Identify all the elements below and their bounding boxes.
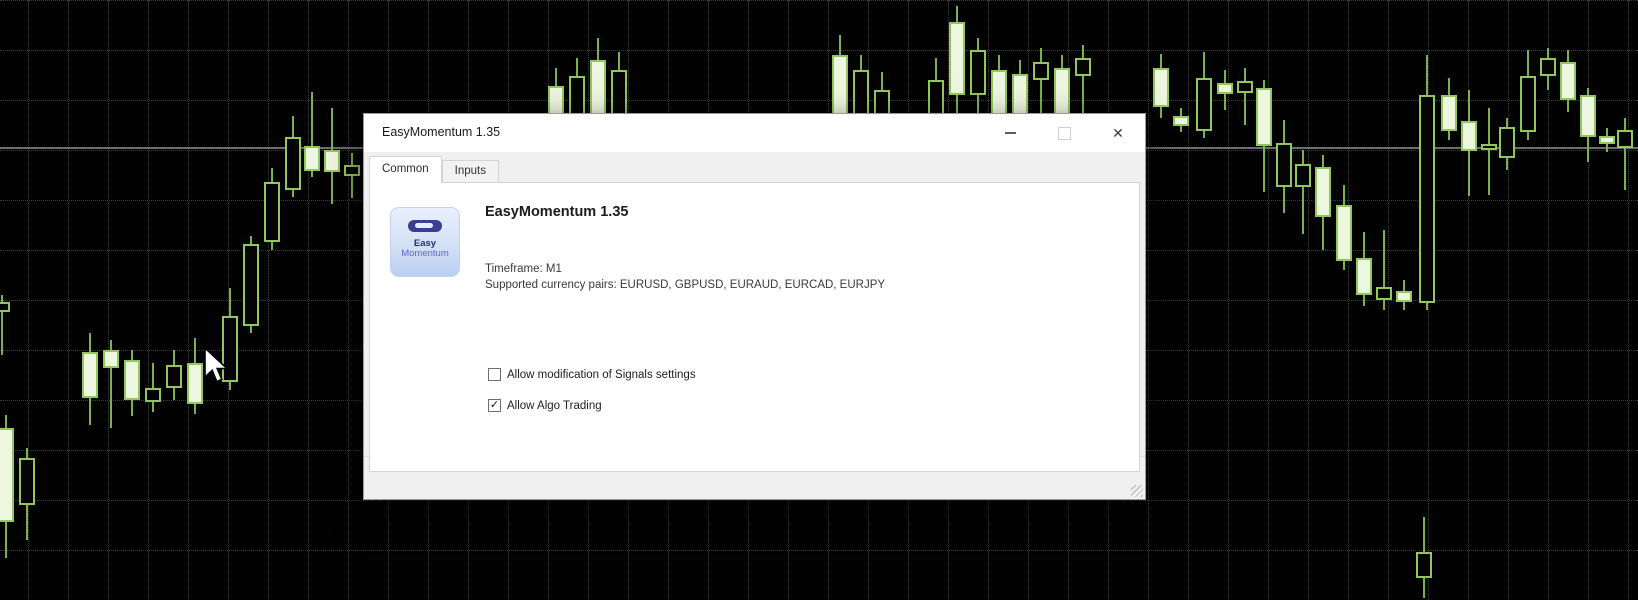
- tab-strip: Common Inputs: [369, 156, 499, 183]
- ea-logo-text-line2: Momentum: [401, 249, 449, 259]
- mouse-cursor-icon: [203, 346, 231, 384]
- candle-wick: [1302, 150, 1304, 234]
- common-tab-panel: Easy Momentum EasyMomentum 1.35 Timefram…: [369, 182, 1140, 472]
- candle-body: [1441, 95, 1457, 131]
- candle-body: [1560, 62, 1576, 100]
- candle-body: [949, 22, 965, 95]
- maximize-button[interactable]: [1041, 114, 1087, 152]
- minimize-button[interactable]: [987, 114, 1033, 152]
- candle-body: [103, 350, 119, 368]
- ea-name-heading: EasyMomentum 1.35: [485, 204, 628, 220]
- candle-body: [264, 182, 280, 242]
- candle-body: [243, 244, 259, 326]
- candle-body: [1295, 164, 1311, 187]
- candle-body: [344, 165, 360, 176]
- candle-wick: [1488, 108, 1490, 195]
- candle-body: [1617, 130, 1633, 148]
- candle-body: [1540, 58, 1556, 76]
- candle-body: [1356, 258, 1372, 295]
- grid-line-horizontal: [0, 50, 1638, 51]
- close-button[interactable]: ✕: [1095, 114, 1141, 152]
- checkbox-row-signals: ✓ Allow modification of Signals settings: [488, 368, 696, 381]
- candle-body: [324, 150, 340, 172]
- candle-body: [145, 388, 161, 402]
- allow-algo-trading-label: Allow Algo Trading: [507, 400, 602, 412]
- candle-body: [1599, 136, 1615, 144]
- candle-body: [1336, 205, 1352, 261]
- candle-body: [1153, 68, 1169, 107]
- candle-wick: [1244, 68, 1246, 125]
- candle-body: [1217, 83, 1233, 94]
- candle-body: [1520, 76, 1536, 132]
- candle-body: [0, 428, 14, 522]
- grid-line-horizontal: [0, 550, 1638, 551]
- screen: EasyMomentum 1.35 ✕ Common Inputs Easy M…: [0, 0, 1638, 600]
- dialog-titlebar[interactable]: EasyMomentum 1.35 ✕: [364, 114, 1145, 152]
- close-icon: ✕: [1112, 126, 1124, 140]
- allow-signals-checkbox[interactable]: ✓: [488, 368, 501, 381]
- candle-body: [1461, 121, 1477, 151]
- candle-body: [1315, 167, 1331, 217]
- candle-body: [187, 363, 203, 404]
- tab-common[interactable]: Common: [369, 156, 442, 183]
- ea-logo-icon: Easy Momentum: [390, 207, 460, 277]
- candle-body: [1416, 552, 1432, 578]
- resize-grip[interactable]: [1131, 485, 1143, 497]
- allow-signals-label: Allow modification of Signals settings: [507, 369, 696, 381]
- candle-body: [166, 365, 182, 388]
- candle-wick: [1082, 45, 1084, 120]
- candle-body: [124, 360, 140, 400]
- maximize-icon: [1058, 127, 1071, 140]
- candle-body: [304, 146, 320, 171]
- checkbox-row-algo: ✓ Allow Algo Trading: [488, 399, 602, 412]
- candle-body: [1237, 81, 1253, 93]
- candle-body: [82, 352, 98, 398]
- ea-properties-dialog: EasyMomentum 1.35 ✕ Common Inputs Easy M…: [363, 113, 1146, 500]
- candle-body: [970, 50, 986, 95]
- grid-line-horizontal: [0, 500, 1638, 501]
- candle-body: [0, 302, 10, 312]
- checkmark-icon: ✓: [490, 400, 499, 411]
- candle-body: [1075, 58, 1091, 76]
- candle-wick: [1624, 118, 1626, 190]
- candle-body: [285, 137, 301, 190]
- grid-line-horizontal: [0, 0, 1638, 1]
- candle-body: [1256, 88, 1272, 146]
- candle-body: [1481, 144, 1497, 150]
- candle-body: [1196, 78, 1212, 131]
- tab-inputs[interactable]: Inputs: [442, 160, 499, 183]
- allow-algo-trading-checkbox[interactable]: ✓: [488, 399, 501, 412]
- candle-body: [1033, 62, 1049, 80]
- candle-body: [1173, 116, 1189, 126]
- minimize-icon: [1005, 132, 1016, 134]
- candle-body: [1499, 127, 1515, 158]
- candle-body: [19, 458, 35, 505]
- candle-body: [1396, 291, 1412, 302]
- ea-pairs-text: Supported currency pairs: EURUSD, GBPUSD…: [485, 279, 885, 291]
- ea-timeframe-text: Timeframe: M1: [485, 263, 562, 275]
- ea-logo-capsule-icon: [408, 220, 442, 232]
- candle-body: [1376, 287, 1392, 300]
- candle-body: [1580, 95, 1596, 137]
- candle-body: [1419, 95, 1435, 303]
- candle-body: [1276, 143, 1292, 187]
- grid-line-horizontal: [0, 100, 1638, 101]
- dialog-title: EasyMomentum 1.35: [382, 125, 500, 139]
